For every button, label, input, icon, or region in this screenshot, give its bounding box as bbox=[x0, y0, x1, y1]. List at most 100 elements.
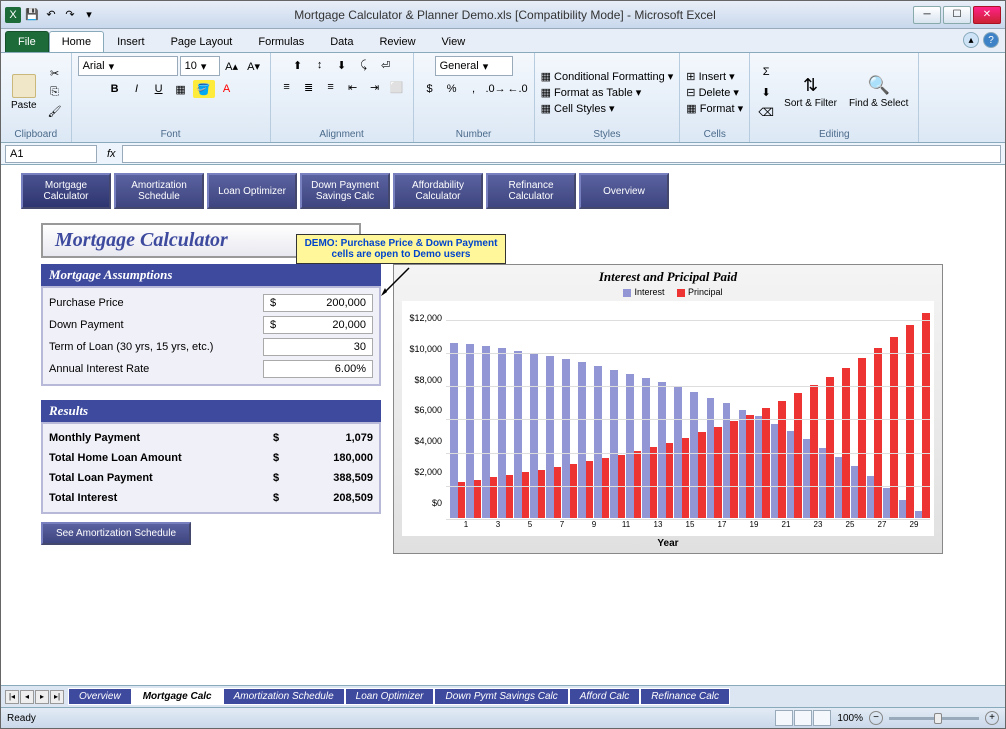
nav-button[interactable]: Refinance Calculator bbox=[486, 173, 576, 209]
align-top-icon[interactable]: ⬆ bbox=[288, 56, 308, 74]
fill-color-button[interactable]: 🪣 bbox=[193, 80, 215, 98]
cut-icon[interactable]: ✂ bbox=[45, 64, 65, 82]
tab-review[interactable]: Review bbox=[366, 31, 428, 52]
save-icon[interactable]: 💾 bbox=[24, 7, 40, 23]
nav-button[interactable]: Amortization Schedule bbox=[114, 173, 204, 209]
fx-icon[interactable]: fx bbox=[101, 148, 122, 160]
format-as-table-button[interactable]: ▦ Format as Table ▾ bbox=[541, 86, 674, 99]
nav-button[interactable]: Overview bbox=[579, 173, 669, 209]
tab-nav-next-icon[interactable]: ▸ bbox=[35, 690, 49, 704]
format-cells-button[interactable]: ▦ Format ▾ bbox=[686, 102, 743, 115]
view-layout-icon[interactable] bbox=[794, 710, 812, 726]
view-normal-icon[interactable] bbox=[775, 710, 793, 726]
help-icon[interactable]: ? bbox=[983, 32, 999, 48]
tab-data[interactable]: Data bbox=[317, 31, 366, 52]
conditional-formatting-button[interactable]: ▦ Conditional Formatting ▾ bbox=[541, 70, 674, 83]
find-select-button[interactable]: 🔍Find & Select bbox=[845, 73, 912, 111]
italic-button[interactable]: I bbox=[127, 80, 147, 98]
status-text: Ready bbox=[7, 713, 36, 724]
increase-decimal-icon[interactable]: .0→ bbox=[486, 80, 506, 98]
minimize-ribbon-icon[interactable]: ▴ bbox=[963, 32, 979, 48]
sheet-tab[interactable]: Down Pymt Savings Calc bbox=[434, 688, 568, 705]
nav-button[interactable]: Mortgage Calculator bbox=[21, 173, 111, 209]
decrease-decimal-icon[interactable]: ←.0 bbox=[508, 80, 528, 98]
sheet-tab[interactable]: Mortgage Calc bbox=[132, 688, 223, 705]
undo-icon[interactable]: ↶ bbox=[43, 7, 59, 23]
align-middle-icon[interactable]: ↕ bbox=[310, 56, 330, 74]
currency-icon[interactable]: $ bbox=[420, 80, 440, 98]
zoom-slider[interactable] bbox=[889, 717, 979, 720]
align-right-icon[interactable]: ≡ bbox=[321, 78, 341, 96]
comma-icon[interactable]: , bbox=[464, 80, 484, 98]
bar-interest bbox=[707, 398, 715, 518]
percent-icon[interactable]: % bbox=[442, 80, 462, 98]
worksheet[interactable]: Mortgage CalculatorAmortization Schedule… bbox=[1, 165, 1005, 685]
formula-input[interactable] bbox=[122, 145, 1001, 163]
font-size-combo[interactable]: 10▾ bbox=[180, 56, 220, 76]
nav-button[interactable]: Affordability Calculator bbox=[393, 173, 483, 209]
name-box[interactable]: A1 bbox=[5, 145, 97, 163]
nav-button[interactable]: Down Payment Savings Calc bbox=[300, 173, 390, 209]
border-button[interactable]: ▦ bbox=[171, 80, 191, 98]
wrap-text-icon[interactable]: ⏎ bbox=[376, 56, 396, 74]
cell-styles-button[interactable]: ▦ Cell Styles ▾ bbox=[541, 102, 674, 115]
tab-formulas[interactable]: Formulas bbox=[245, 31, 317, 52]
tab-file[interactable]: File bbox=[5, 31, 49, 52]
bar-principal bbox=[458, 482, 466, 518]
sheet-tab[interactable]: Amortization Schedule bbox=[223, 688, 345, 705]
bar-principal bbox=[570, 464, 578, 518]
nav-button[interactable]: Loan Optimizer bbox=[207, 173, 297, 209]
sheet-tab[interactable]: Afford Calc bbox=[569, 688, 640, 705]
insert-cells-button[interactable]: ⊞ Insert ▾ bbox=[686, 70, 743, 83]
format-painter-icon[interactable]: 🖌 bbox=[45, 102, 65, 120]
tab-home[interactable]: Home bbox=[49, 31, 104, 52]
see-amortization-button[interactable]: See Amortization Schedule bbox=[41, 522, 191, 545]
font-color-button[interactable]: A bbox=[217, 80, 237, 98]
x-tick-label: 5 bbox=[514, 520, 546, 536]
align-center-icon[interactable]: ≣ bbox=[299, 78, 319, 96]
bar-interest bbox=[610, 370, 618, 518]
tab-nav-prev-icon[interactable]: ◂ bbox=[20, 690, 34, 704]
sheet-tab[interactable]: Loan Optimizer bbox=[345, 688, 435, 705]
clear-icon[interactable]: ⌫ bbox=[756, 103, 776, 121]
assumption-input[interactable]: 6.00% bbox=[263, 360, 373, 378]
tab-page-layout[interactable]: Page Layout bbox=[158, 31, 246, 52]
assumption-input[interactable]: 30 bbox=[263, 338, 373, 356]
orientation-icon[interactable]: ⤹ bbox=[354, 56, 374, 74]
maximize-button[interactable]: ☐ bbox=[943, 6, 971, 24]
view-pagebreak-icon[interactable] bbox=[813, 710, 831, 726]
bar-interest bbox=[739, 410, 747, 518]
shrink-font-icon[interactable]: A▾ bbox=[244, 57, 264, 75]
number-format-combo[interactable]: General▾ bbox=[435, 56, 513, 76]
delete-cells-button[interactable]: ⊟ Delete ▾ bbox=[686, 86, 743, 99]
font-name-combo[interactable]: Arial▾ bbox=[78, 56, 178, 76]
tab-insert[interactable]: Insert bbox=[104, 31, 158, 52]
assumption-input[interactable]: $200,000 bbox=[263, 294, 373, 312]
merge-button[interactable]: ⬜ bbox=[387, 78, 407, 96]
indent-decrease-icon[interactable]: ⇤ bbox=[343, 78, 363, 96]
indent-increase-icon[interactable]: ⇥ bbox=[365, 78, 385, 96]
qat-dropdown-icon[interactable]: ▾ bbox=[81, 7, 97, 23]
grow-font-icon[interactable]: A▴ bbox=[222, 57, 242, 75]
paste-button[interactable]: Paste bbox=[7, 72, 41, 113]
assumption-input[interactable]: $20,000 bbox=[263, 316, 373, 334]
sheet-tab[interactable]: Refinance Calc bbox=[640, 688, 730, 705]
redo-icon[interactable]: ↷ bbox=[62, 7, 78, 23]
minimize-button[interactable]: ─ bbox=[913, 6, 941, 24]
result-row: Total Interest$208,509 bbox=[49, 488, 373, 508]
align-bottom-icon[interactable]: ⬇ bbox=[332, 56, 352, 74]
align-left-icon[interactable]: ≡ bbox=[277, 78, 297, 96]
autosum-icon[interactable]: Σ bbox=[756, 63, 776, 81]
zoom-out-button[interactable]: − bbox=[869, 711, 883, 725]
close-button[interactable]: ✕ bbox=[973, 6, 1001, 24]
underline-button[interactable]: U bbox=[149, 80, 169, 98]
fill-icon[interactable]: ⬇ bbox=[756, 83, 776, 101]
sort-filter-button[interactable]: ⇅Sort & Filter bbox=[780, 73, 841, 111]
bold-button[interactable]: B bbox=[105, 80, 125, 98]
copy-icon[interactable]: ⎘ bbox=[45, 83, 65, 101]
zoom-in-button[interactable]: + bbox=[985, 711, 999, 725]
tab-nav-last-icon[interactable]: ▸| bbox=[50, 690, 64, 704]
tab-view[interactable]: View bbox=[429, 31, 479, 52]
sheet-tab[interactable]: Overview bbox=[68, 688, 132, 705]
tab-nav-first-icon[interactable]: |◂ bbox=[5, 690, 19, 704]
